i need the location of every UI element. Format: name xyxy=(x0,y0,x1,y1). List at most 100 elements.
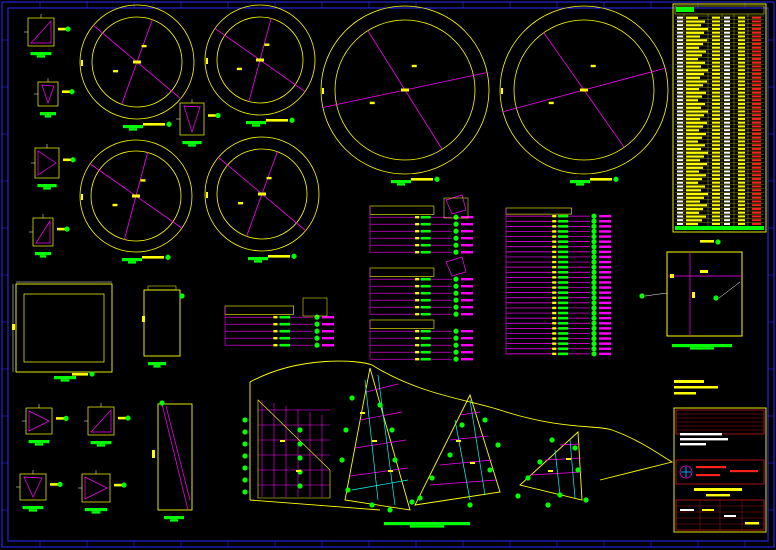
member-mark xyxy=(558,347,569,351)
bolt-marker xyxy=(591,228,597,235)
schedule-cell xyxy=(686,114,704,117)
plate-label-base xyxy=(153,365,161,368)
schedule-cell xyxy=(686,110,708,113)
member-end-tag xyxy=(461,285,473,288)
member-end-tag xyxy=(461,313,473,316)
bolt-marker xyxy=(613,176,619,182)
schedule-cell xyxy=(752,69,761,72)
bolt-marker xyxy=(591,310,597,316)
member-mark xyxy=(558,332,569,335)
schedule-cell xyxy=(738,151,745,154)
schedule-cell xyxy=(738,102,745,105)
schedule-cell xyxy=(752,117,761,120)
schedule-cell xyxy=(752,95,761,98)
cad-canvas[interactable] xyxy=(0,0,776,550)
truss-cyan-member xyxy=(377,374,396,506)
schedule-cell xyxy=(724,31,730,34)
member-mark xyxy=(420,277,431,281)
ring-plate xyxy=(204,136,320,263)
schedule-cell xyxy=(724,99,730,102)
ring-detail-label xyxy=(246,121,266,125)
schedule-cell xyxy=(724,192,730,195)
ring-edge-tag xyxy=(81,194,83,200)
member-list-details[interactable] xyxy=(224,194,611,362)
schedule-cell xyxy=(752,39,761,42)
plate-tag xyxy=(72,373,88,376)
bolt-marker xyxy=(297,455,303,461)
detail-label xyxy=(84,508,108,512)
schedule-cell xyxy=(686,16,698,19)
bolt-marker xyxy=(591,274,597,281)
schedule-mark xyxy=(677,200,683,203)
member-end-tag xyxy=(461,244,473,247)
schedule-cell xyxy=(752,16,761,19)
schedule-cell xyxy=(712,151,720,154)
member-tag xyxy=(415,230,420,233)
bolt-marker xyxy=(591,300,597,306)
bolt-marker xyxy=(591,341,597,347)
bolt-marker xyxy=(417,495,423,501)
member-tag xyxy=(415,358,420,361)
schedule-cell xyxy=(724,189,730,192)
schedule-cell xyxy=(724,61,730,64)
schedule-cell xyxy=(724,159,730,162)
cad-drawing-sheet xyxy=(0,0,776,550)
schedule-mark xyxy=(677,211,683,214)
schedule-mark xyxy=(677,215,683,218)
bolt-marker xyxy=(591,330,597,337)
truss-member xyxy=(559,443,581,446)
member-end-tag xyxy=(461,237,473,240)
schedule-cell xyxy=(712,162,720,165)
bolt-marker xyxy=(242,477,248,483)
schedule-cell xyxy=(724,110,730,113)
schedule-cell xyxy=(752,76,761,79)
ring-plate-details[interactable] xyxy=(79,4,669,264)
ring-tag xyxy=(266,176,272,180)
schedule-mark xyxy=(677,185,683,188)
member-end-tag xyxy=(599,322,611,325)
schedule-cell xyxy=(724,39,730,42)
schedule-cell xyxy=(738,121,745,124)
detail-label-base xyxy=(91,511,101,514)
schedule-cell xyxy=(686,196,704,199)
schedule-mark xyxy=(677,207,683,210)
member-tag xyxy=(552,250,557,254)
member-tag xyxy=(552,291,557,294)
member-list xyxy=(369,319,473,362)
ring-center-tag xyxy=(132,194,140,198)
gusset-detail xyxy=(24,14,71,58)
schedule-cell xyxy=(686,61,705,64)
bolt-marker xyxy=(591,284,597,291)
schedule-cell xyxy=(752,132,761,135)
bolt-marker xyxy=(345,487,351,493)
schedule-cell xyxy=(686,207,703,211)
schedule-cell xyxy=(724,140,730,143)
schedule-cell xyxy=(724,147,730,150)
plate-tag xyxy=(700,240,714,243)
truss-tag xyxy=(372,440,377,442)
ring-tag xyxy=(113,69,119,73)
schedule-cell xyxy=(686,166,703,169)
bolt-marker xyxy=(591,213,597,219)
schedule-cell xyxy=(686,174,706,177)
schedule-mark xyxy=(677,65,683,68)
member-mark xyxy=(558,245,569,249)
bolt-marker xyxy=(314,328,320,334)
member-tag xyxy=(273,316,278,319)
ring-tag xyxy=(369,101,375,105)
member-tag xyxy=(552,342,557,345)
ring-center-tag xyxy=(580,88,588,92)
member-list xyxy=(505,207,611,357)
gusset-detail xyxy=(16,470,63,512)
small-plate-details[interactable] xyxy=(16,14,221,514)
schedule-cell xyxy=(724,125,730,128)
schedule-cell xyxy=(752,99,761,102)
member-mark xyxy=(558,306,569,310)
bolt-marker xyxy=(453,349,459,355)
ring-plate xyxy=(79,4,195,131)
ring-detail-label-base xyxy=(576,183,584,186)
member-end-tag xyxy=(599,337,611,340)
truss-elevation[interactable] xyxy=(242,360,674,528)
rectangular-plate-details[interactable] xyxy=(12,239,743,522)
ring-label-tag xyxy=(411,178,433,181)
